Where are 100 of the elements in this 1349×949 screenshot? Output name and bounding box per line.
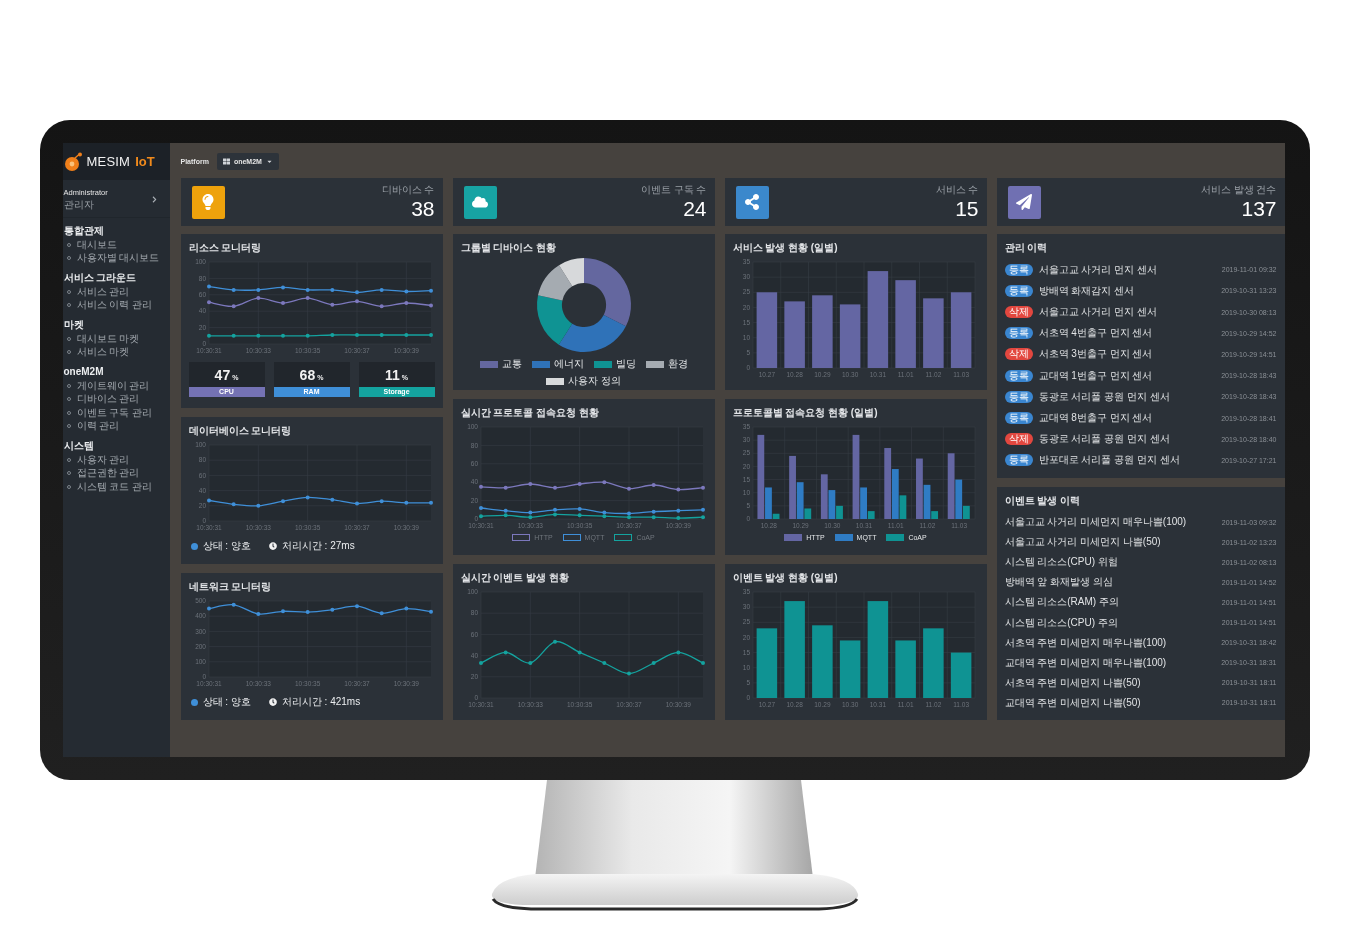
status-text: 처리시간 : 421ms — [281, 695, 361, 709]
stat-value: 137 — [1241, 195, 1277, 221]
menu-item[interactable]: 시스템 코드 관리 — [63, 480, 170, 494]
action-tag: 등록 — [1004, 263, 1033, 276]
menu-item[interactable]: 사용자 관리 — [63, 453, 170, 467]
legend-swatch-icon — [546, 377, 565, 385]
menu-item[interactable]: 디바이스 관리 — [63, 392, 170, 406]
status-text: 상태 : 양호 — [202, 695, 251, 709]
menu-section-title: 통합관제 — [63, 224, 105, 238]
stat-label: 이벤트 구독 수 — [640, 183, 707, 196]
panel-title: 프로토콜별 접속요청 현황 (일별) — [732, 406, 879, 419]
history-text: 교대역 1번출구 먼지 센서 — [1038, 368, 1154, 383]
status-dot-icon — [190, 698, 198, 706]
legend-swatch-icon — [784, 534, 803, 541]
event-text: 교대역 주변 미세먼지 매우나쁨(100) — [1004, 655, 1168, 670]
stat-label: 디바이스 수 — [381, 183, 435, 196]
legend-label: 빌딩 — [615, 357, 636, 371]
panel-title: 데이터베이스 모니터링 — [188, 424, 293, 437]
gauge-value: 68 — [299, 367, 316, 383]
panel-title: 실시간 프로토콜 접속요청 현황 — [460, 406, 600, 419]
action-tag: 삭제 — [1004, 348, 1033, 361]
legend-label: 교통 — [501, 357, 522, 371]
menu-item[interactable]: 접근권한 관리 — [63, 466, 170, 480]
status-dot-icon — [190, 542, 198, 550]
panel-title: 관리 이력 — [1004, 241, 1049, 254]
legend-swatch-icon — [834, 534, 853, 541]
panel-title: 리소스 모니터링 — [188, 241, 263, 254]
legend-swatch-icon — [562, 534, 581, 541]
history-text: 교대역 8번출구 먼지 센서 — [1038, 411, 1154, 425]
panel-title: 이벤트 발생 현황 (일별) — [732, 571, 839, 584]
stat-value: 38 — [411, 195, 435, 221]
legend-swatch-icon — [512, 534, 531, 541]
history-text: 반포대로 서리풀 공원 먼지 센서 — [1038, 453, 1181, 468]
stat-label: 서비스 발생 건수 — [1200, 183, 1277, 196]
menu-section-title: 시스템 — [63, 439, 95, 453]
menu-item[interactable]: 서비스 이력 관리 — [63, 298, 170, 312]
event-text: 시스템 리소스(RAM) 주의 — [1004, 595, 1120, 610]
panel-title: 그룹별 디바이스 현황 — [460, 241, 558, 254]
action-tag: 등록 — [1004, 390, 1033, 403]
history-text: 서초역 4번출구 먼지 센서 — [1038, 326, 1154, 341]
legend-swatch-icon — [531, 360, 550, 368]
menu-item[interactable]: 서비스 마켓 — [63, 345, 170, 359]
chevron-right-icon[interactable] — [150, 196, 158, 203]
status-text: 상태 : 양호 — [202, 539, 251, 553]
history-text: 방배역 화재감지 센서 — [1038, 283, 1136, 298]
clock-icon — [268, 698, 277, 706]
history-text: 서초역 3번출구 먼지 센서 — [1038, 347, 1154, 362]
menu-item[interactable]: 서비스 관리 — [63, 285, 170, 299]
menu-item[interactable]: 이력 관리 — [63, 419, 170, 433]
history-text: 서울고교 사거리 먼지 센서 — [1038, 305, 1158, 319]
legend-swatch-icon — [645, 360, 664, 368]
grid-icon — [222, 157, 230, 165]
menu-item[interactable]: 이벤트 구독 관리 — [63, 406, 170, 420]
event-text: 서울고교 사거리 미세먼지 나쁨(50) — [1004, 535, 1162, 550]
action-tag: 등록 — [1004, 412, 1033, 424]
panel-title: 서비스 발생 현황 (일별) — [732, 241, 839, 254]
status-text: 처리시간 : 27ms — [281, 539, 355, 553]
event-text: 서울고교 사거리 미세먼지 매우나쁨(100) — [1004, 515, 1188, 530]
menu-section-title: 마켓 — [63, 318, 85, 332]
logo-text: MESIM — [86, 154, 131, 169]
user-role: 관리자 — [63, 198, 95, 211]
menu-item[interactable]: 대시보드 마켓 — [63, 332, 170, 346]
action-tag: 삭제 — [1004, 433, 1033, 446]
action-tag: 등록 — [1004, 327, 1033, 340]
panel-title: 실시간 이벤트 발생 현황 — [460, 571, 570, 584]
action-tag: 등록 — [1004, 284, 1033, 297]
clock-icon — [268, 542, 277, 550]
history-text: 동광로 서리풀 공원 먼지 센서 — [1038, 389, 1171, 404]
panel-title: 네트워크 모니터링 — [188, 580, 273, 593]
event-text: 시스템 리소스(CPU) 주의 — [1004, 615, 1119, 630]
action-tag: 등록 — [1004, 369, 1033, 382]
action-tag: 삭제 — [1004, 306, 1033, 318]
legend-label: 환경 — [667, 357, 688, 371]
stat-value: 15 — [955, 195, 979, 221]
action-tag: 등록 — [1004, 454, 1033, 467]
event-text: 서초역 주변 미세먼지 매우나쁨(100) — [1004, 635, 1168, 650]
menu-section-title: oneM2M — [63, 365, 105, 379]
event-text: 서초역 주변 미세먼지 나쁨(50) — [1004, 675, 1142, 690]
event-text: 교대역 주변 미세먼지 나쁨(50) — [1004, 695, 1142, 710]
logo-icon — [63, 151, 84, 172]
gauge-value: 47 — [214, 367, 231, 383]
menu-item[interactable]: 대시보드 — [63, 238, 170, 252]
legend-swatch-icon — [593, 360, 612, 368]
history-text: 서울고교 사거리 먼지 센서 — [1038, 262, 1158, 277]
legend-swatch-icon — [479, 360, 498, 368]
history-text: 동광로 서리풀 공원 먼지 센서 — [1038, 432, 1171, 447]
legend-swatch-icon — [614, 534, 633, 541]
menu-item[interactable]: 게이트웨이 관리 — [63, 379, 170, 393]
logo-accent-text: IoT — [135, 154, 155, 169]
panel-title: 이벤트 발생 이력 — [1004, 494, 1082, 507]
stat-label: 서비스 수 — [935, 183, 979, 196]
legend-label: 에너지 — [553, 357, 584, 371]
gauge-value: 11 — [384, 367, 400, 383]
legend-label: 사용자 정의 — [568, 374, 621, 388]
legend-swatch-icon — [886, 534, 905, 541]
menu-section-title: 서비스 그라운드 — [63, 271, 138, 285]
stat-value: 24 — [683, 195, 707, 221]
event-text: 시스템 리소스(CPU) 위험 — [1004, 555, 1119, 570]
menu-item[interactable]: 사용자별 대시보드 — [63, 251, 170, 265]
event-text: 방배역 앞 화재발생 의심 — [1004, 575, 1114, 590]
